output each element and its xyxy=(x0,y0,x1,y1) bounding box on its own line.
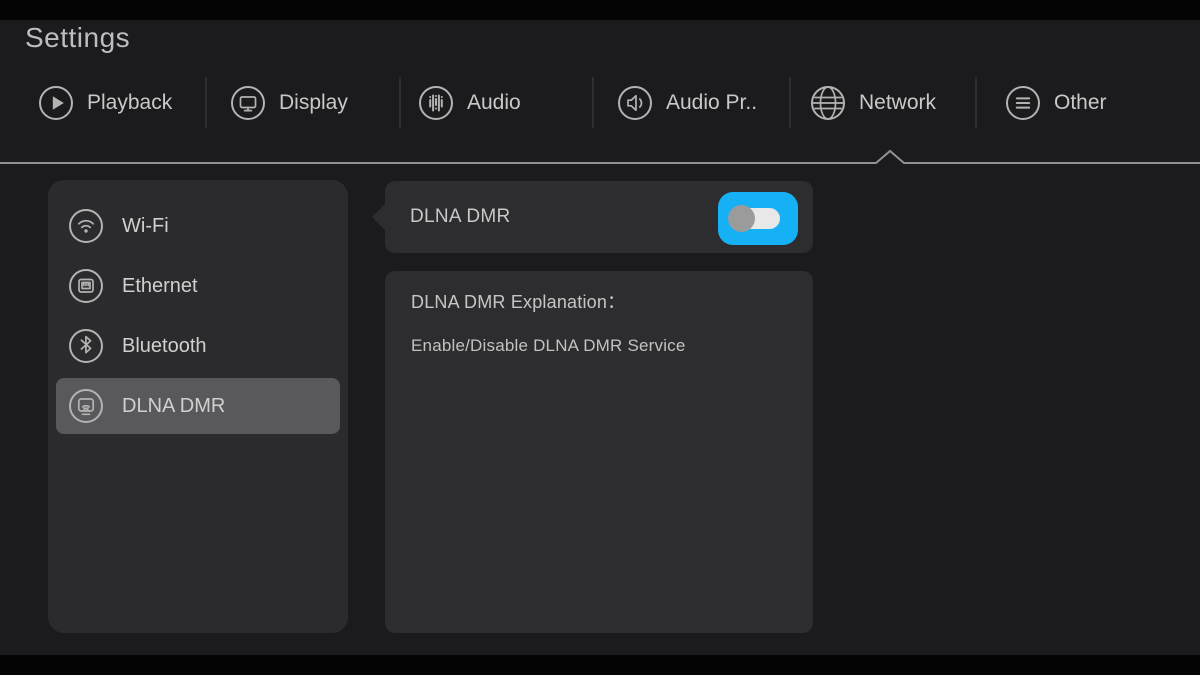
sidebar-item-label: DLNA DMR xyxy=(122,394,226,417)
list-circle-icon xyxy=(1005,85,1041,121)
tab-separator xyxy=(975,77,977,128)
globe-icon xyxy=(810,85,846,121)
sidebar-item-label: Ethernet xyxy=(122,274,198,297)
tab-label: Audio Pr.. xyxy=(666,91,758,114)
tab-separator xyxy=(592,77,594,128)
tab-divider-caret xyxy=(0,149,1200,164)
sidebar-item-dlna-dmr[interactable]: DLNA DMR xyxy=(56,378,340,434)
equalizer-circle-icon xyxy=(418,85,454,121)
explanation-panel: DLNA DMR Explanation： Enable/Disable DLN… xyxy=(385,271,813,633)
explanation-title: DLNA DMR Explanation： xyxy=(411,292,626,312)
tab-separator xyxy=(399,77,401,128)
bottom-letterbox-bar xyxy=(0,655,1200,675)
sidebar-panel: Wi-Fi Ethernet Bluetooth DLNA DMR xyxy=(48,180,348,633)
tab-display[interactable]: Display xyxy=(230,84,348,122)
tab-label: Playback xyxy=(87,91,173,114)
tab-label: Display xyxy=(279,91,348,114)
tab-label: Network xyxy=(859,91,937,114)
settings-screen: Settings Playback Display Audio Audio Pr… xyxy=(0,0,1200,675)
ethernet-icon xyxy=(68,268,104,304)
sidebar-item-label: Bluetooth xyxy=(122,334,207,357)
tab-playback[interactable]: Playback xyxy=(38,84,172,122)
tab-network[interactable]: Network xyxy=(810,84,936,122)
tab-other[interactable]: Other xyxy=(1005,84,1107,122)
speaker-circle-icon xyxy=(617,85,653,121)
dlna-dmr-setting-row[interactable]: DLNA DMR xyxy=(372,181,813,253)
tab-separator xyxy=(205,77,207,128)
sidebar-item-ethernet[interactable]: Ethernet xyxy=(56,256,340,316)
tab-label: Other xyxy=(1054,91,1107,114)
sidebar-item-label: Wi-Fi xyxy=(122,214,169,237)
toggle-thumb xyxy=(728,205,755,232)
display-circle-icon xyxy=(230,85,266,121)
tab-audio-pr[interactable]: Audio Pr.. xyxy=(617,84,757,122)
bluetooth-icon xyxy=(68,328,104,364)
sidebar-item-bluetooth[interactable]: Bluetooth xyxy=(56,316,340,376)
page-title: Settings xyxy=(25,22,131,53)
selected-item-pointer xyxy=(372,203,386,231)
top-letterbox-bar xyxy=(0,0,1200,20)
tab-label: Audio xyxy=(467,91,521,114)
dlna-dmr-toggle[interactable] xyxy=(718,192,798,245)
toggle-track xyxy=(728,205,780,232)
dlna-cast-icon xyxy=(68,388,104,424)
explanation-body: Enable/Disable DLNA DMR Service xyxy=(411,336,686,355)
tab-audio[interactable]: Audio xyxy=(418,84,521,122)
wifi-icon xyxy=(68,208,104,244)
tab-separator xyxy=(789,77,791,128)
setting-row-label: DLNA DMR xyxy=(410,206,511,227)
play-circle-icon xyxy=(38,85,74,121)
sidebar-item-wifi[interactable]: Wi-Fi xyxy=(56,196,340,256)
